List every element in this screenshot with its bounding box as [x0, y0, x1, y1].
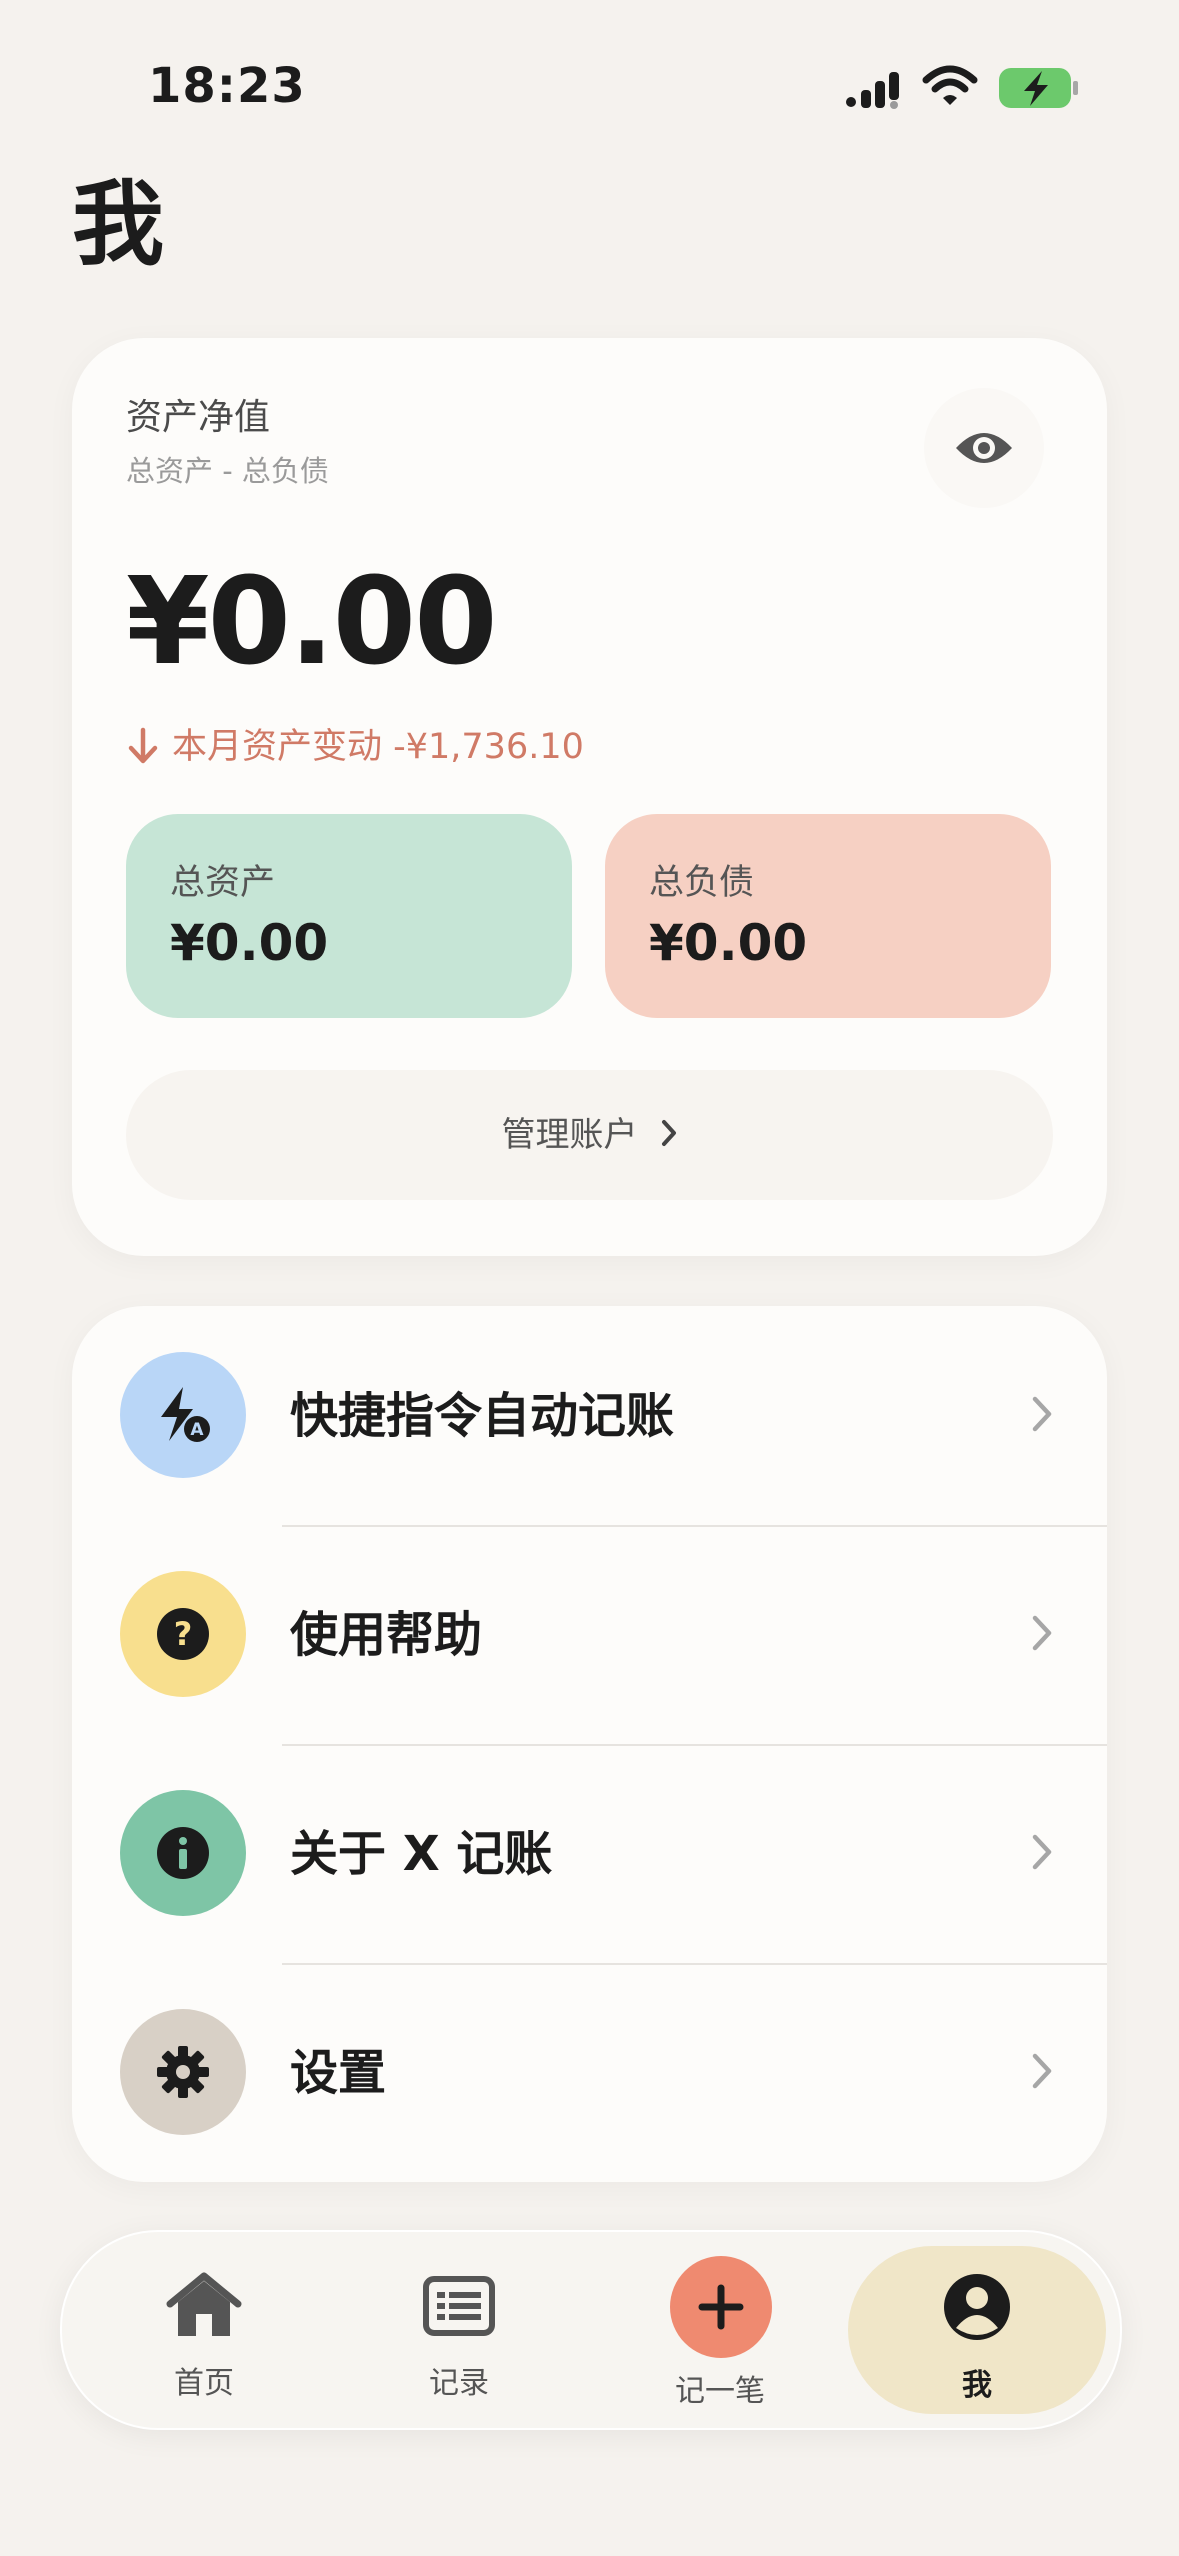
info-icon: [157, 1827, 209, 1879]
manage-accounts-label: 管理账户: [501, 1115, 638, 1155]
menu-item-settings[interactable]: 设置: [72, 1963, 1107, 2182]
total-liabilities-label: 总负债: [649, 863, 755, 903]
chevron-right-icon: [1032, 1615, 1052, 1651]
status-time: 18:23: [148, 58, 306, 114]
net-worth-formula: 总资产 - 总负债: [126, 454, 329, 488]
net-worth-card: 资产净值 总资产 - 总负债 ¥0.00 本月资产变动 -¥1,736.10 总…: [72, 338, 1107, 1256]
menu-icon-bg: [120, 2009, 246, 2135]
menu-label: 关于 X 记账: [290, 1826, 553, 1882]
status-bar: 18:23: [0, 0, 1179, 170]
menu-label: 设置: [290, 2045, 387, 2101]
cellular-signal-icon: [846, 72, 899, 109]
eye-icon: [956, 433, 1012, 463]
tab-label: 首页: [174, 2366, 234, 2401]
chevron-right-icon: [661, 1120, 676, 1146]
shortcut-bolt-icon: A: [161, 1387, 210, 1442]
total-liabilities-value: ¥0.00: [649, 914, 808, 972]
tab-add-record[interactable]: 记一笔: [650, 2232, 790, 2428]
tab-label: 记一笔: [675, 2374, 765, 2409]
tab-label: 我: [962, 2368, 992, 2403]
menu-label: 使用帮助: [290, 1607, 483, 1663]
records-icon: [423, 2276, 495, 2336]
battery-charging-icon: [999, 68, 1078, 108]
settings-menu: A 快捷指令自动记账 ? 使用帮助 关于 X 记账 设置: [72, 1306, 1107, 2182]
profile-icon: [944, 2274, 1010, 2340]
menu-icon-bg: [120, 1790, 246, 1916]
tab-label: 记录: [429, 2366, 489, 2401]
svg-text:?: ?: [174, 1615, 193, 1653]
home-icon: [166, 2272, 242, 2336]
menu-item-help[interactable]: ? 使用帮助: [72, 1525, 1107, 1744]
tab-home[interactable]: 首页: [142, 2232, 266, 2428]
net-worth-label: 资产净值: [126, 397, 271, 438]
menu-icon-bg: ?: [120, 1571, 246, 1697]
monthly-change: 本月资产变动 -¥1,736.10: [126, 718, 584, 769]
toggle-visibility-button[interactable]: [924, 388, 1044, 508]
tab-bar: 首页 记录 记一笔 我: [60, 2230, 1122, 2430]
arrow-down-icon: [128, 727, 158, 764]
total-assets-value: ¥0.00: [170, 914, 329, 972]
chevron-right-icon: [1032, 1396, 1052, 1432]
total-assets-label: 总资产: [170, 863, 276, 903]
menu-label: 快捷指令自动记账: [290, 1388, 675, 1444]
svg-text:A: A: [190, 1420, 204, 1440]
monthly-change-text: 本月资产变动 -¥1,736.10: [172, 727, 584, 767]
tab-records[interactable]: 记录: [397, 2232, 521, 2428]
wifi-icon: [922, 65, 978, 105]
gear-icon: [157, 2046, 209, 2098]
page-title: 我: [72, 171, 165, 278]
menu-icon-bg: A: [120, 1352, 246, 1478]
manage-accounts-button[interactable]: 管理账户: [126, 1070, 1053, 1200]
total-liabilities-tile[interactable]: 总负债 ¥0.00: [605, 814, 1051, 1018]
menu-item-shortcuts[interactable]: A 快捷指令自动记账: [72, 1306, 1107, 1525]
plus-icon: [698, 2284, 744, 2330]
help-icon: ?: [157, 1608, 209, 1660]
total-assets-tile[interactable]: 总资产 ¥0.00: [126, 814, 572, 1018]
tab-me[interactable]: 我: [848, 2232, 1106, 2428]
net-worth-amount: ¥0.00: [126, 553, 498, 692]
add-button[interactable]: [670, 2256, 772, 2358]
menu-item-about[interactable]: 关于 X 记账: [72, 1744, 1107, 1963]
chevron-right-icon: [1032, 1834, 1052, 1870]
chevron-right-icon: [1032, 2053, 1052, 2089]
